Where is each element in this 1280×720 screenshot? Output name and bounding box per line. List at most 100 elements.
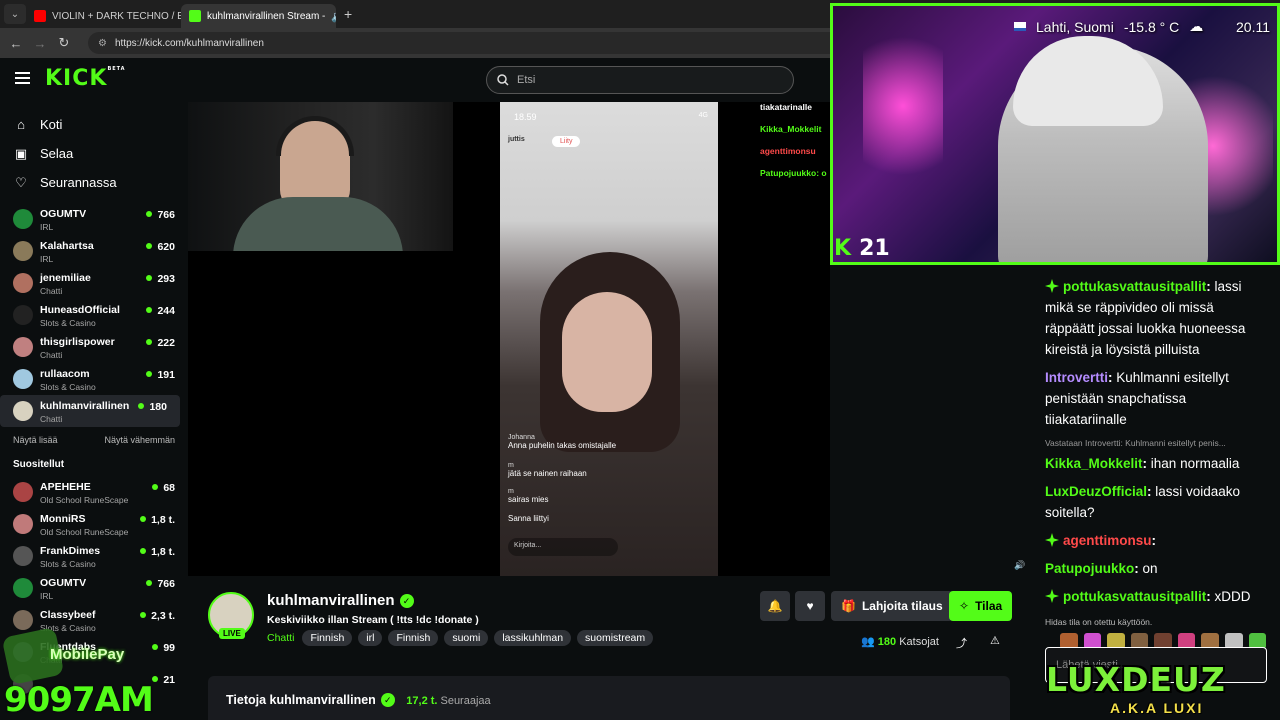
tab-list-chevron-icon[interactable]: ⌄	[4, 4, 26, 24]
gift-sub-button[interactable]: 🎁 Lahjoita tilaus	[831, 591, 953, 621]
nav-label: Koti	[40, 117, 63, 132]
about-title: Tietoja kuhlmanvirallinen	[226, 693, 376, 707]
show-more-link[interactable]: Näytä lisää	[13, 435, 58, 445]
overlay-chat-line: agenttimonsu	[760, 146, 816, 156]
search-input[interactable]: Etsi	[486, 66, 794, 94]
chat-username[interactable]: LuxDeuzOfficial	[1045, 484, 1147, 499]
sidebar-channel-item[interactable]: OGUMTV IRL 766	[0, 203, 188, 235]
notification-bell-button[interactable]: 🔔	[760, 591, 790, 621]
sidebar-channel-item[interactable]: FrankDimes Slots & Casino 1,8 t.	[0, 540, 188, 572]
channel-name: Kalahartsa	[40, 240, 94, 252]
guest-hoodie	[233, 197, 403, 251]
chat-message: pottukasvattausitpallit: lassi mikä se r…	[1045, 279, 1246, 357]
tag[interactable]: irl	[358, 630, 383, 646]
video-player[interactable]: 18.59 4G juttis Liity Johanna Anna puheli…	[188, 102, 1025, 576]
channel-viewers: 68	[152, 482, 175, 494]
reload-icon[interactable]: ↻	[52, 35, 76, 51]
channel-name: OGUMTV	[40, 208, 87, 220]
channel-category: Slots & Casino	[40, 318, 96, 328]
chat-username[interactable]: pottukasvattausitpallit	[1063, 589, 1206, 604]
sidebar-channel-item[interactable]: APEHEHE Old School RuneScape 68	[0, 476, 188, 508]
neon-light	[863, 16, 943, 196]
channel-name: Classybeef	[40, 609, 96, 621]
home-icon: ⌂	[17, 117, 25, 132]
sidebar-channel-item[interactable]: jenemiliae Chatti 293	[0, 267, 188, 299]
sidebar-channel-item[interactable]: thisgirlispower Chatti 222	[0, 331, 188, 363]
channel-name[interactable]: kuhlmanvirallinen	[267, 592, 395, 609]
site-info-icon[interactable]: ⚙	[98, 38, 107, 49]
sidebar-channel-item[interactable]: Kalahartsa IRL 620	[0, 235, 188, 267]
sidebar-channel-item[interactable]: HuneasdOfficial Slots & Casino 244	[0, 299, 188, 331]
tab-title: VIOLIN + DARK TECHNO / EBM	[52, 10, 181, 22]
browser-tab-youtube[interactable]: VIOLIN + DARK TECHNO / EBM ✕	[26, 4, 181, 28]
phone-screen: 18.59 4G juttis Liity Johanna Anna puheli…	[500, 102, 718, 576]
channel-viewers: 180	[138, 401, 167, 413]
phone-comment-user: m	[508, 462, 514, 469]
sidebar-channel-item[interactable]: rullaacom Slots & Casino 191	[0, 363, 188, 395]
channel-category: IRL	[40, 254, 54, 264]
tag[interactable]: Finnish	[388, 630, 439, 646]
stream-title: Keskiviikko illan Stream ( !tts !dc !don…	[267, 614, 479, 626]
share-icon[interactable]: ⤴	[956, 635, 967, 651]
sub-badge-icon	[1045, 533, 1059, 547]
streamer-facecam	[830, 3, 1280, 265]
overlay-chat-line: Kikka_Mokkelit	[760, 124, 822, 134]
audio-icon[interactable]: 🔊	[331, 10, 336, 23]
phone-time: 18.59	[514, 112, 537, 122]
channel-name: OGUMTV	[40, 577, 87, 589]
phone-comment-user: Sanna	[508, 514, 532, 523]
channel-viewers: 191	[146, 369, 175, 381]
sidebar-item-following[interactable]: ♡ Seurannassa	[0, 168, 188, 197]
menu-icon[interactable]	[15, 72, 30, 84]
chat-username[interactable]: Introvertti	[1045, 370, 1108, 385]
url-text: https://kick.com/kuhlmanvirallinen	[114, 37, 264, 49]
forward-icon[interactable]: →	[28, 36, 52, 51]
channel-avatar	[13, 514, 33, 534]
kick-k-icon: K	[834, 236, 852, 261]
heart-icon: ♡	[15, 174, 27, 190]
viewer-count-value: 180	[877, 636, 897, 648]
channel-name: HuneasdOfficial	[40, 304, 120, 316]
tag[interactable]: suomi	[444, 630, 489, 646]
mobilepay-text: MobilePay	[50, 646, 125, 663]
show-less-link[interactable]: Näytä vähemmän	[104, 435, 175, 445]
sidebar-item-home[interactable]: ⌂ Koti	[0, 110, 188, 139]
following-list: OGUMTV IRL 766 Kalahartsa IRL 620 jenemiliae Ch…	[0, 203, 188, 427]
channel-avatar	[13, 209, 33, 229]
sidebar-channel-item[interactable]: kuhlmanvirallinen Chatti 180	[0, 395, 180, 427]
phone-comment-input: Kirjoita...	[508, 538, 618, 556]
chat-username[interactable]: Kikka_Mokkelit	[1045, 456, 1143, 471]
sidebar-item-browse[interactable]: ▣ Selaa	[0, 139, 188, 168]
channel-name: jenemiliae	[40, 272, 91, 284]
follow-button[interactable]: ♥	[795, 591, 825, 621]
phone-comment-text: sairas mies	[508, 495, 549, 504]
sidebar-channel-item[interactable]: OGUMTV IRL 766	[0, 572, 188, 604]
gift-icon: 🎁	[841, 599, 856, 613]
url-field[interactable]: ⚙ https://kick.com/kuhlmanvirallinen	[88, 32, 848, 54]
slow-mode-notice: Hidas tila on otettu käyttöön.	[1045, 617, 1153, 627]
chat-username[interactable]: Patupojuukko	[1045, 561, 1134, 576]
phone-username: juttis	[508, 136, 525, 143]
tag[interactable]: lassikuhlman	[494, 630, 572, 646]
viewer-count-label: Katsojat	[899, 636, 939, 648]
channel-viewers: 293	[146, 273, 175, 285]
chat-text: on	[1142, 561, 1158, 576]
category-link[interactable]: Chatti	[267, 632, 294, 644]
chat-username[interactable]: agenttimonsu	[1063, 533, 1152, 548]
channel-avatar	[13, 482, 33, 502]
chat-message: Kikka_Mokkelit: ihan normaalia	[1045, 456, 1240, 471]
tag[interactable]: suomistream	[577, 630, 654, 646]
kick-logo[interactable]: KICKBETA	[45, 66, 126, 91]
chat-username[interactable]: pottukasvattausitpallit	[1063, 279, 1206, 294]
new-tab-button[interactable]: +	[344, 6, 352, 22]
subscribe-button[interactable]: ✧ Tilaa	[949, 591, 1013, 621]
brand-sub-overlay: A.K.A LUXI	[1110, 700, 1204, 716]
back-icon[interactable]: ←	[4, 36, 28, 51]
channel-viewers: 1,8 t.	[140, 514, 175, 526]
browser-tab-kick[interactable]: kuhlmanvirallinen Stream - 🔊 ✕	[181, 4, 336, 28]
tag[interactable]: Finnish	[302, 630, 353, 646]
channel-name: thisgirlispower	[40, 336, 115, 348]
report-icon[interactable]: ⚠	[990, 634, 1000, 647]
sidebar-channel-item[interactable]: MonniRS Old School RuneScape 1,8 t.	[0, 508, 188, 540]
volume-icon[interactable]: 🔊	[1014, 560, 1025, 571]
